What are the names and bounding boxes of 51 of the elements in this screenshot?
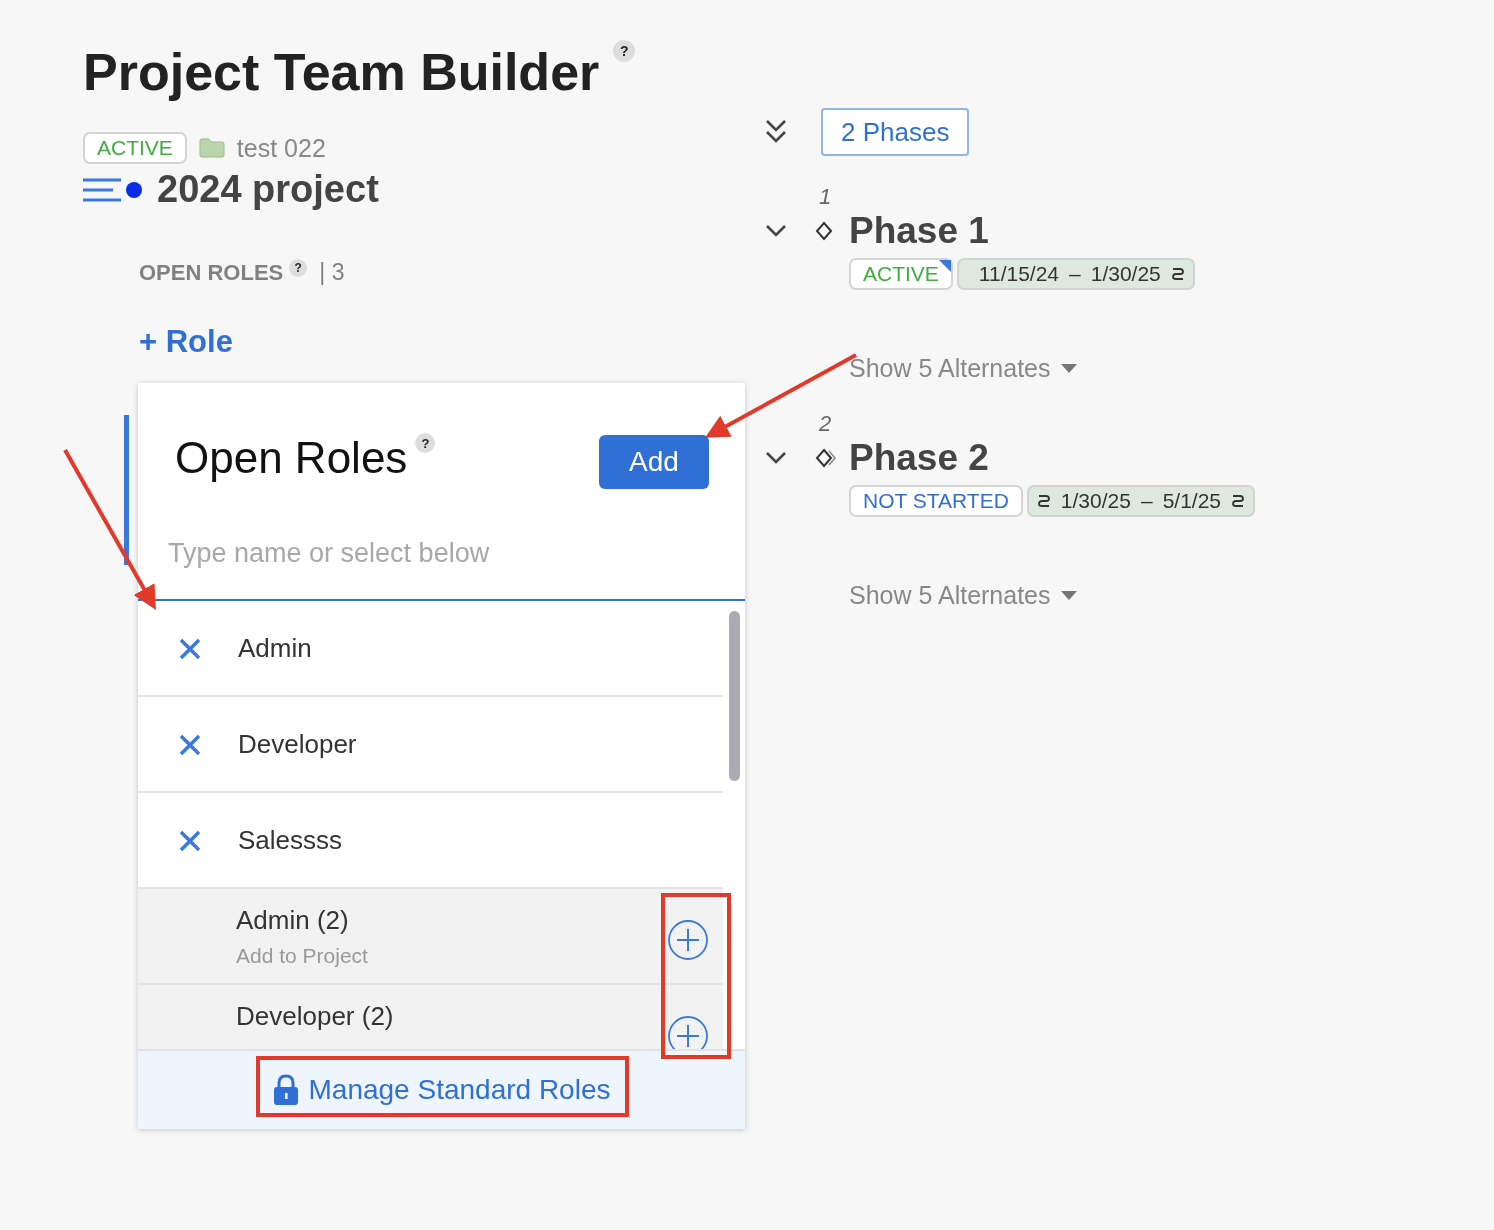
chevron-icon[interactable]: [765, 451, 787, 465]
section-label: OPEN ROLES: [139, 259, 284, 286]
add-circle-icon[interactable]: [667, 1015, 709, 1049]
role-name: Developer (2): [236, 1001, 395, 1032]
folder-icon: [198, 138, 225, 158]
role-name: Admin (2): [236, 905, 350, 936]
link-icon: [1231, 493, 1245, 509]
diamond-icon: [815, 221, 833, 241]
help-icon[interactable]: ?: [613, 40, 636, 62]
start-date: 11/15/24: [978, 262, 1060, 286]
start-date: 1/30/25: [1060, 489, 1131, 513]
end-date: 1/30/25: [1090, 262, 1161, 286]
page-title: Project Team Builder: [83, 42, 600, 103]
phase-number: 1: [819, 184, 833, 210]
role-option-row[interactable]: Developer (2): [138, 985, 723, 1049]
date-separator: –: [1140, 489, 1153, 513]
role-hint: Add to Project: [236, 944, 369, 968]
date-separator: –: [1069, 262, 1081, 286]
add-role-link[interactable]: + Role: [139, 324, 233, 360]
caret-icon: [1060, 590, 1077, 601]
role-name: Developer: [238, 728, 358, 760]
link-icon: [1170, 266, 1185, 282]
status-badge: ACTIVE: [83, 132, 187, 164]
phase-name: Phase 2: [849, 437, 989, 479]
add-circle-icon[interactable]: [667, 919, 709, 961]
collapse-all-icon[interactable]: [765, 119, 787, 145]
phase-name: Phase 1: [849, 210, 989, 252]
popup-title: Open Roles: [175, 433, 408, 483]
add-button[interactable]: Add: [599, 435, 709, 489]
role-option-row[interactable]: Admin (2) Add to Project: [138, 889, 723, 985]
role-name: Salessss: [238, 824, 344, 856]
role-name: Admin: [238, 632, 313, 664]
lock-icon: [272, 1074, 299, 1106]
help-icon[interactable]: ?: [289, 259, 308, 277]
phases-button[interactable]: 2 Phases: [821, 108, 970, 156]
end-date: 5/1/25: [1162, 489, 1221, 513]
caret-icon: [1060, 363, 1077, 374]
date-range[interactable]: 11/15/24 – 1/30/25: [956, 258, 1195, 290]
project-name: 2024 project: [157, 168, 379, 211]
link-icon: [1036, 493, 1051, 509]
roles-count: | 3: [319, 259, 345, 286]
status-badge: ACTIVE: [849, 258, 953, 290]
search-field[interactable]: Type name or select below: [138, 525, 745, 601]
scrollbar-thumb[interactable]: [729, 611, 740, 781]
phase-number: 2: [819, 411, 833, 437]
diamond-icon: [815, 448, 837, 468]
status-badge: NOT STARTED: [849, 485, 1023, 517]
list-icon[interactable]: [83, 176, 143, 203]
date-range[interactable]: 1/30/25 – 5/1/25: [1026, 485, 1255, 517]
chevron-icon[interactable]: [765, 224, 787, 238]
help-icon[interactable]: ?: [415, 433, 436, 453]
